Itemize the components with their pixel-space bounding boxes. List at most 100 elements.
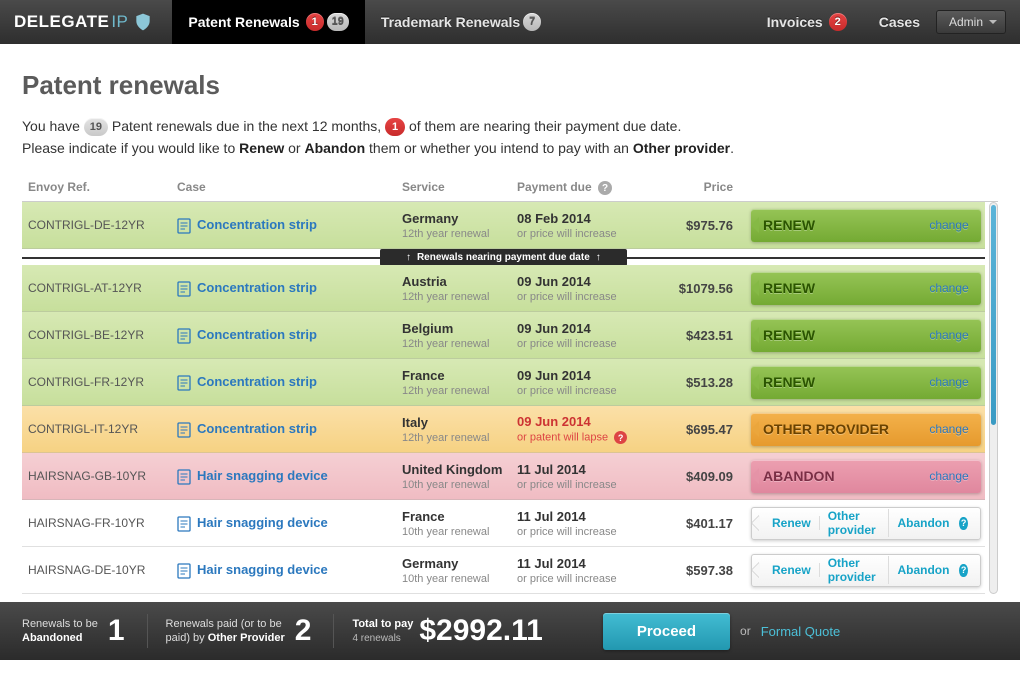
opt-other[interactable]: Other provider — [820, 509, 890, 537]
table-header: Envoy Ref. Case Service Payment due ? Pr… — [22, 174, 998, 203]
cell-ref: CONTRIGL-DE-12YR — [22, 218, 177, 232]
cell-action: ABANDONchange — [747, 460, 985, 493]
cell-action: RENEWchange — [747, 209, 985, 242]
cell-price: $423.51 — [647, 328, 747, 343]
table-wrap: CONTRIGL-DE-12YR Concentration strip Germa… — [22, 202, 998, 594]
scrollbar[interactable] — [989, 202, 998, 594]
help-icon[interactable]: ? — [598, 181, 612, 195]
cell-case: Concentration strip — [177, 327, 402, 344]
cell-case: Concentration strip — [177, 217, 402, 234]
admin-dropdown[interactable]: Admin — [936, 10, 1006, 34]
topbar: DELEGATEIP Patent Renewals 1 19 Trademar… — [0, 0, 1020, 44]
change-link[interactable]: change — [919, 218, 968, 232]
change-link[interactable]: change — [919, 375, 968, 389]
cell-price: $409.09 — [647, 469, 747, 484]
scroll-thumb[interactable] — [991, 205, 996, 425]
footer-total: Total to pay4 renewals $2992.11 — [352, 614, 564, 648]
table-row: CONTRIGL-AT-12YRConcentration stripAustr… — [22, 265, 985, 312]
case-link[interactable]: Hair snagging device — [197, 468, 328, 483]
case-link[interactable]: Concentration strip — [197, 327, 317, 342]
cell-price: $401.17 — [647, 516, 747, 531]
nav-patent-renewals[interactable]: Patent Renewals 1 19 — [172, 0, 365, 44]
document-icon — [177, 469, 191, 485]
formal-quote-link[interactable]: Formal Quote — [761, 624, 840, 639]
opt-renew[interactable]: Renew — [764, 516, 820, 530]
th-price: Price — [647, 180, 747, 196]
document-icon — [177, 422, 191, 438]
th-service: Service — [402, 180, 517, 196]
cell-case: Hair snagging device — [177, 468, 402, 485]
case-link[interactable]: Hair snagging device — [197, 515, 328, 530]
th-due: Payment due ? — [517, 180, 647, 196]
nav-patent-count-badge: 19 — [327, 13, 349, 31]
cell-case: Concentration strip — [177, 374, 402, 391]
nav-patent-urgent-badge: 1 — [306, 13, 324, 31]
case-link[interactable]: Concentration strip — [197, 374, 317, 389]
abandon-chip: ABANDONchange — [751, 460, 981, 493]
opt-abandon[interactable]: Abandon — [889, 563, 957, 577]
document-icon — [177, 516, 191, 532]
warning-icon[interactable]: ? — [614, 431, 627, 444]
cell-service: Germany12th year renewal — [402, 211, 517, 240]
opt-abandon[interactable]: Abandon — [889, 516, 957, 530]
cell-service: Italy12th year renewal — [402, 415, 517, 444]
nav-trademark-renewals[interactable]: Trademark Renewals 7 — [365, 0, 557, 44]
action-choice: RenewOther providerAbandon? — [751, 554, 981, 587]
cell-service: Germany10th year renewal — [402, 556, 517, 585]
case-link[interactable]: Concentration strip — [197, 280, 317, 295]
opt-renew[interactable]: Renew — [764, 563, 820, 577]
cell-service: Belgium12th year renewal — [402, 321, 517, 350]
intro-urgent-badge: 1 — [385, 118, 405, 136]
cell-ref: HAIRSNAG-FR-10YR — [22, 516, 177, 530]
renew-chip: RENEWchange — [751, 366, 981, 399]
change-link[interactable]: change — [919, 328, 968, 342]
other-provider-chip: OTHER PROVIDERchange — [751, 413, 981, 446]
opt-other[interactable]: Other provider — [820, 556, 890, 584]
table-row: HAIRSNAG-FR-10YR Hair snagging device Fran… — [22, 500, 985, 547]
cell-ref: HAIRSNAG-GB-10YR — [22, 469, 177, 483]
change-link[interactable]: change — [919, 469, 968, 483]
change-link[interactable]: change — [919, 281, 968, 295]
action-choice: RenewOther providerAbandon? — [751, 507, 981, 540]
cell-service: Austria12th year renewal — [402, 274, 517, 303]
proceed-button[interactable]: Proceed — [603, 613, 730, 650]
cell-service: France10th year renewal — [402, 509, 517, 538]
table-row: CONTRIGL-DE-12YR Concentration strip Germa… — [22, 202, 985, 249]
cell-price: $513.28 — [647, 375, 747, 390]
renew-chip: RENEWchange — [751, 209, 981, 242]
nav-cases[interactable]: Cases — [863, 0, 936, 44]
footer-or: or — [740, 624, 751, 638]
footer-total-amount: $2992.11 — [419, 614, 542, 648]
cell-ref: HAIRSNAG-DE-10YR — [22, 563, 177, 577]
nav-invoices-count-badge: 2 — [829, 13, 847, 31]
cell-action: RENEWchange — [747, 366, 985, 399]
cell-due: 09 Jun 2014or price will increase — [517, 368, 647, 397]
cell-case: Concentration strip — [177, 280, 402, 297]
document-icon — [177, 328, 191, 344]
cell-price: $597.38 — [647, 563, 747, 578]
help-icon[interactable]: ? — [959, 517, 967, 530]
case-link[interactable]: Concentration strip — [197, 217, 317, 232]
document-icon — [177, 375, 191, 391]
case-link[interactable]: Concentration strip — [197, 421, 317, 436]
cell-due: 11 Jul 2014or price will increase — [517, 462, 647, 491]
th-ref: Envoy Ref. — [22, 180, 177, 196]
cell-ref: CONTRIGL-BE-12YR — [22, 328, 177, 342]
renew-chip: RENEWchange — [751, 272, 981, 305]
help-icon[interactable]: ? — [959, 564, 967, 577]
change-link[interactable]: change — [919, 422, 968, 436]
cell-ref: CONTRIGL-IT-12YR — [22, 422, 177, 436]
case-link[interactable]: Hair snagging device — [197, 562, 328, 577]
cell-price: $1079.56 — [647, 281, 747, 296]
nav-invoices[interactable]: Invoices 2 — [751, 0, 863, 44]
cell-ref: CONTRIGL-FR-12YR — [22, 375, 177, 389]
page-title: Patent renewals — [22, 70, 998, 101]
cell-action: OTHER PROVIDERchange — [747, 413, 985, 446]
footer-bar: Renewals to beAbandoned 1 Renewals paid … — [0, 602, 1020, 660]
cell-action: RENEWchange — [747, 319, 985, 352]
intro-total-badge: 19 — [84, 118, 108, 136]
cell-case: Hair snagging device — [177, 562, 402, 579]
page-body: Patent renewals You have 19 Patent renew… — [0, 44, 1020, 684]
cell-due: 11 Jul 2014or price will increase — [517, 509, 647, 538]
logo[interactable]: DELEGATEIP — [14, 0, 172, 44]
